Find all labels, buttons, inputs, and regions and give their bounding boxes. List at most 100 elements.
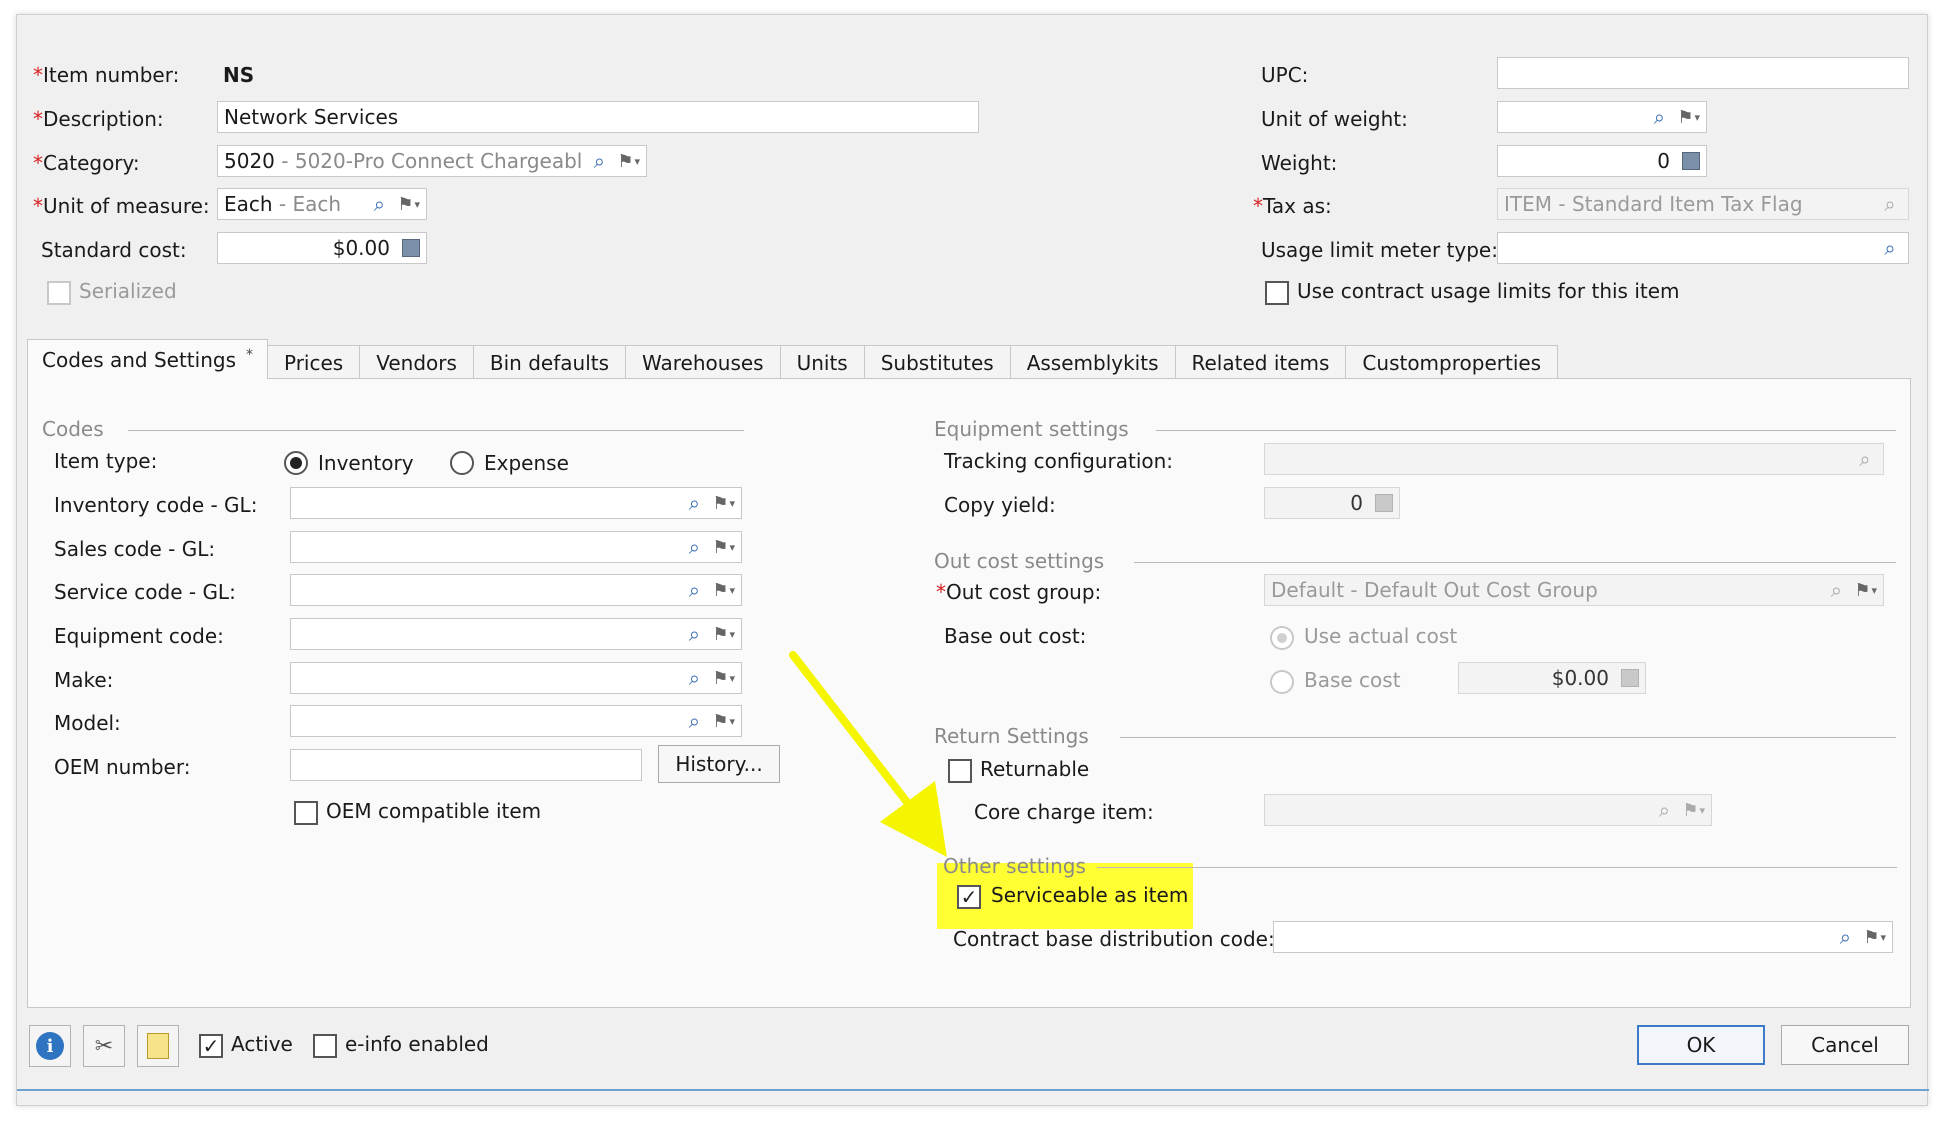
flag-dropdown-icon[interactable]: ⚑ ▾ — [617, 151, 640, 172]
search-icon[interactable]: ⌕ — [1833, 925, 1857, 949]
oem-number-input[interactable] — [290, 749, 642, 781]
unit-of-measure-label: *Unit of measure: — [33, 194, 210, 218]
search-icon[interactable]: ⌕ — [682, 666, 706, 690]
tab-vendors[interactable]: Vendors — [359, 345, 474, 379]
usage-limit-meter-type-label: Usage limit meter type: — [1261, 238, 1498, 262]
upc-input[interactable] — [1497, 57, 1909, 89]
info-icon: i — [36, 1032, 64, 1060]
notes-icon — [147, 1033, 169, 1059]
flag-dropdown-icon[interactable]: ⚑ ▾ — [712, 537, 735, 558]
divider — [1120, 737, 1896, 738]
unit-of-measure-input[interactable]: Each - Each ⌕ ⚑ ▾ — [217, 188, 427, 220]
item-type-label: Item type: — [54, 449, 158, 473]
tax-as-input[interactable]: ITEM - Standard Item Tax Flag ⌕ — [1497, 188, 1909, 220]
calculator-icon[interactable] — [1621, 669, 1639, 687]
search-icon[interactable]: ⌕ — [1878, 192, 1902, 216]
equipment-code-input[interactable]: ⌕ ⚑ ▾ — [290, 618, 742, 650]
oem-compatible-checkbox[interactable] — [294, 801, 318, 825]
model-input[interactable]: ⌕ ⚑ ▾ — [290, 705, 742, 737]
flag-dropdown-icon[interactable]: ⚑ ▾ — [397, 194, 420, 215]
use-contract-usage-limits-checkbox[interactable] — [1265, 281, 1289, 305]
tab-assembly-kits[interactable]: Assemblykits — [1009, 345, 1176, 379]
category-label: *Category: — [33, 151, 140, 175]
tab-bin-defaults[interactable]: Bin defaults — [472, 345, 627, 379]
make-label: Make: — [54, 668, 114, 692]
sales-code-gl-input[interactable]: ⌕ ⚑ ▾ — [290, 531, 742, 563]
serialized-checkbox[interactable] — [47, 281, 71, 305]
base-cost-radio[interactable] — [1270, 670, 1294, 694]
inventory-code-gl-input[interactable]: ⌕ ⚑ ▾ — [290, 487, 742, 519]
flag-dropdown-icon[interactable]: ⚑ ▾ — [1682, 800, 1705, 821]
contract-base-distribution-code-label: Contract base distribution code: — [953, 927, 1275, 951]
codes-section-title: Codes — [42, 417, 104, 441]
weight-input[interactable]: 0 — [1497, 145, 1707, 177]
tab-warehouses[interactable]: Warehouses — [625, 345, 781, 379]
contract-base-distribution-code-input[interactable]: ⌕ ⚑ ▾ — [1273, 921, 1893, 953]
expense-radio[interactable] — [450, 451, 474, 475]
category-input[interactable]: 5020 - 5020-Pro Connect Chargeable Lab ⌕… — [217, 145, 647, 177]
flag-dropdown-icon[interactable]: ⚑ ▾ — [712, 580, 735, 601]
search-icon[interactable]: ⌕ — [682, 578, 706, 602]
search-icon[interactable]: ⌕ — [367, 192, 391, 216]
ok-button[interactable]: OK — [1637, 1025, 1765, 1065]
divider — [1134, 562, 1896, 563]
tab-codes-and-settings[interactable]: Codes and Settings * — [27, 339, 268, 379]
tab-related-items[interactable]: Related items — [1174, 345, 1347, 379]
standard-cost-label: Standard cost: — [41, 238, 187, 262]
inventory-code-gl-label: Inventory code - GL: — [54, 493, 258, 517]
inventory-radio[interactable] — [284, 451, 308, 475]
search-icon[interactable]: ⌕ — [682, 491, 706, 515]
out-cost-group-input[interactable]: Default - Default Out Cost Group ⌕ ⚑ ▾ — [1264, 574, 1884, 606]
active-checkbox[interactable]: ✓ — [199, 1034, 223, 1058]
equipment-code-label: Equipment code: — [54, 624, 224, 648]
copy-yield-input[interactable]: 0 — [1264, 487, 1400, 519]
cancel-button[interactable]: Cancel — [1781, 1025, 1909, 1065]
search-icon[interactable]: ⌕ — [1824, 578, 1848, 602]
search-icon[interactable]: ⌕ — [1853, 447, 1877, 471]
info-button[interactable]: i — [29, 1025, 71, 1067]
tracking-configuration-input[interactable]: ⌕ — [1264, 443, 1884, 475]
divider — [1097, 867, 1897, 868]
use-contract-usage-limits-label: Use contract usage limits for this item — [1297, 279, 1680, 303]
flag-dropdown-icon[interactable]: ⚑ ▾ — [1854, 580, 1877, 601]
service-code-gl-input[interactable]: ⌕ ⚑ ▾ — [290, 574, 742, 606]
unit-of-weight-input[interactable]: ⌕ ⚑ ▾ — [1497, 101, 1707, 133]
base-cost-input[interactable]: $0.00 — [1458, 662, 1646, 694]
calculator-icon[interactable] — [402, 239, 420, 257]
search-icon[interactable]: ⌕ — [587, 149, 611, 173]
make-input[interactable]: ⌕ ⚑ ▾ — [290, 662, 742, 694]
serviceable-as-item-checkbox[interactable]: ✓ — [957, 885, 981, 909]
usage-limit-meter-type-input[interactable]: ⌕ — [1497, 232, 1909, 264]
flag-dropdown-icon[interactable]: ⚑ ▾ — [1677, 107, 1700, 128]
tax-as-label: *Tax as: — [1253, 194, 1332, 218]
search-icon[interactable]: ⌕ — [682, 622, 706, 646]
use-actual-cost-radio[interactable] — [1270, 626, 1294, 650]
flag-dropdown-icon[interactable]: ⚑ ▾ — [712, 624, 735, 645]
tab-prices[interactable]: Prices — [267, 345, 361, 379]
tab-substitutes[interactable]: Substitutes — [863, 345, 1011, 379]
item-number-value: NS — [223, 63, 255, 87]
search-icon[interactable]: ⌕ — [682, 535, 706, 559]
flag-dropdown-icon[interactable]: ⚑ ▾ — [1863, 927, 1886, 948]
serialized-label: Serialized — [79, 279, 177, 303]
calculator-icon[interactable] — [1375, 494, 1393, 512]
notes-button[interactable] — [137, 1025, 179, 1067]
tab-units[interactable]: Units — [779, 345, 865, 379]
arrow-head — [880, 781, 947, 857]
upc-label: UPC: — [1261, 63, 1309, 87]
search-icon[interactable]: ⌕ — [1652, 798, 1676, 822]
description-input[interactable]: Network Services — [217, 101, 979, 133]
e-info-enabled-checkbox[interactable] — [313, 1034, 337, 1058]
search-icon[interactable]: ⌕ — [1647, 105, 1671, 129]
calculator-icon[interactable] — [1682, 152, 1700, 170]
search-icon[interactable]: ⌕ — [682, 709, 706, 733]
standard-cost-input[interactable]: $0.00 — [217, 232, 427, 264]
history-button[interactable]: History... — [658, 745, 780, 783]
attachment-button[interactable]: ✂ — [83, 1025, 125, 1067]
core-charge-item-input[interactable]: ⌕ ⚑ ▾ — [1264, 794, 1712, 826]
flag-dropdown-icon[interactable]: ⚑ ▾ — [712, 668, 735, 689]
tab-custom-properties[interactable]: Customproperties — [1345, 345, 1559, 379]
flag-dropdown-icon[interactable]: ⚑ ▾ — [712, 493, 735, 514]
flag-dropdown-icon[interactable]: ⚑ ▾ — [712, 711, 735, 732]
search-icon[interactable]: ⌕ — [1878, 236, 1902, 260]
